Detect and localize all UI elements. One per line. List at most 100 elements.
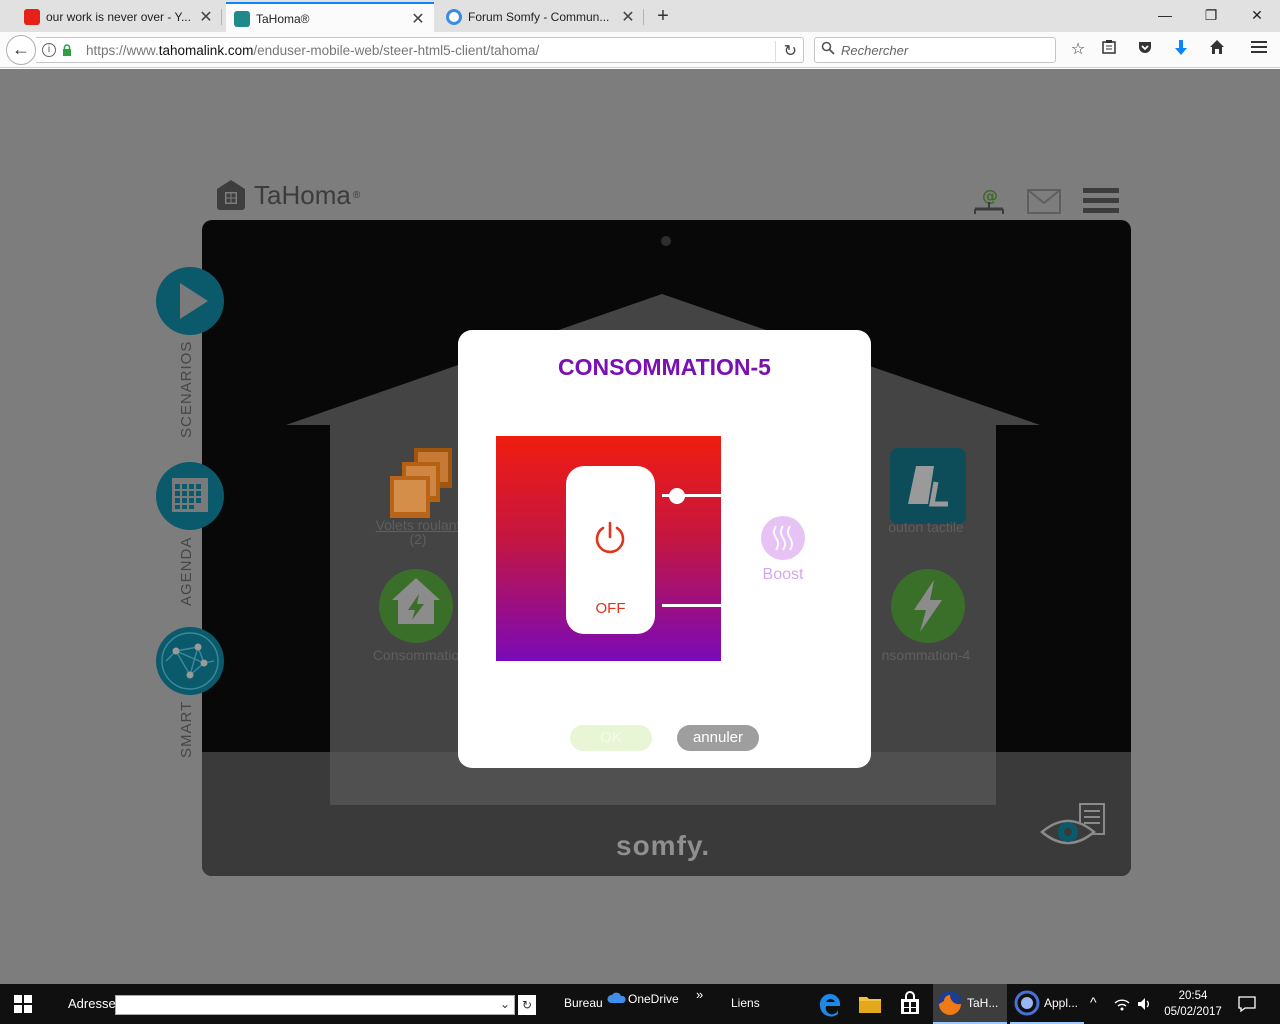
device-label: nsommation-4 <box>881 647 971 663</box>
tab-youtube[interactable]: our work is never over - Y... ✕ <box>16 2 222 32</box>
logo-text: TaHoma <box>254 179 351 210</box>
energy-icon <box>891 569 965 643</box>
download-icon[interactable] <box>1170 39 1192 61</box>
tahoma-house-icon <box>217 180 245 210</box>
eye-view-icon[interactable] <box>1040 802 1106 852</box>
power-icon <box>595 521 625 554</box>
device-label: outon tactile <box>888 519 964 535</box>
clock-time: 20:54 <box>1178 990 1208 1002</box>
tahoma-logo: TaHoma ® <box>216 179 360 211</box>
volume-icon[interactable] <box>1136 996 1152 1012</box>
somfy-logo: somfy. <box>616 830 711 861</box>
loading-icon <box>446 9 462 25</box>
tab-title: Forum Somfy - Commun... <box>468 10 610 24</box>
taskbar-label: TaH... <box>967 996 999 1010</box>
url-bar[interactable]: i https://www.tahomalink.com/enduser-mob… <box>36 37 804 63</box>
taskbar-firefox[interactable]: TaH... <box>933 984 1007 1024</box>
close-tab-icon[interactable]: ✕ <box>410 9 426 29</box>
tab-title: our work is never over - Y... <box>46 10 191 24</box>
scenarios-label: SCENARIOS <box>178 340 195 438</box>
device-consommation[interactable]: Consommatio <box>366 568 466 663</box>
smart-button[interactable] <box>156 627 224 695</box>
wifi-icon[interactable] <box>1114 996 1130 1012</box>
cancel-button[interactable]: annuler <box>677 725 759 751</box>
search-bar[interactable]: Rechercher <box>814 37 1056 63</box>
search-placeholder: Rechercher <box>841 43 909 58</box>
system-clock[interactable]: 20:54 05/02/2017 <box>1160 988 1226 1020</box>
browser-nav-bar: i https://www.tahomalink.com/enduser-mob… <box>0 32 1280 68</box>
ok-button[interactable]: OK <box>570 725 652 751</box>
tab-forum-somfy[interactable]: Forum Somfy - Commun... ✕ <box>438 2 644 32</box>
app-icon <box>1014 990 1040 1016</box>
calendar-icon <box>172 478 208 512</box>
consommation-dialog: CONSOMMATION-5 OFF Boost OK annuler <box>458 330 871 768</box>
close-tab-icon[interactable]: ✕ <box>620 7 636 27</box>
notifications-icon[interactable] <box>1238 995 1256 1013</box>
chevron-down-icon[interactable]: ⌄ <box>500 997 510 1011</box>
moon-icon[interactable] <box>1012 275 1092 355</box>
plug-control-panel: OFF <box>496 436 721 661</box>
mail-icon[interactable] <box>1027 189 1061 215</box>
agenda-label: AGENDA <box>178 536 195 606</box>
onedrive-toolbar[interactable]: OneDrive <box>628 992 679 1006</box>
close-window-button[interactable]: ✕ <box>1234 0 1280 32</box>
windows-start-icon[interactable] <box>14 995 32 1013</box>
liens-toolbar[interactable]: Liens <box>731 996 760 1010</box>
bookmark-star-icon[interactable]: ☆ <box>1067 39 1089 61</box>
reload-icon[interactable]: ↻ <box>774 41 797 61</box>
dialog-title: CONSOMMATION-5 <box>558 354 771 380</box>
agenda-button[interactable] <box>156 462 224 530</box>
tab-title: TaHoma® <box>256 11 310 26</box>
device-label: Consommatio <box>372 647 460 663</box>
minimize-button[interactable]: — <box>1142 0 1188 32</box>
on-off-switch[interactable]: OFF <box>566 466 655 634</box>
touch-button-icon <box>890 448 966 524</box>
boost-button[interactable]: Boost <box>756 516 810 584</box>
play-icon <box>180 283 208 319</box>
store-icon[interactable] <box>896 990 924 1018</box>
address-go-icon[interactable]: ↻ <box>518 995 536 1015</box>
clock-date: 05/02/2017 <box>1164 1006 1222 1018</box>
shutter-icon <box>390 448 452 518</box>
restore-button[interactable]: ❐ <box>1188 0 1234 32</box>
slider-knob[interactable] <box>669 488 685 504</box>
new-tab-button[interactable]: + <box>650 4 676 28</box>
info-icon[interactable]: i <box>42 43 56 57</box>
energy-house-icon <box>379 569 453 643</box>
search-icon <box>821 41 835 58</box>
taskbar-app2[interactable]: Appl... <box>1010 984 1084 1024</box>
address-label: Adresse <box>68 996 116 1011</box>
edge-icon[interactable] <box>816 990 844 1018</box>
device-volets-roulant[interactable]: Volets roulant (2) <box>368 446 468 547</box>
menu-icon[interactable] <box>1248 39 1270 61</box>
smart-label: SMART <box>178 700 195 758</box>
device-consommation-4[interactable]: nsommation-4 <box>866 568 986 663</box>
youtube-icon <box>24 9 40 25</box>
tahoma-icon <box>234 10 250 27</box>
device-count: (2) <box>409 531 427 547</box>
state-label: OFF <box>595 600 626 617</box>
scenarios-button[interactable] <box>156 267 224 335</box>
onedrive-icon <box>607 992 626 1003</box>
file-explorer-icon[interactable] <box>856 990 884 1018</box>
url-text[interactable]: https://www.tahomalink.com/enduser-mobil… <box>86 43 539 58</box>
hamburger-menu-icon[interactable] <box>1083 187 1119 215</box>
heat-waves-icon <box>761 516 805 560</box>
network-icon[interactable]: @ <box>972 187 1006 217</box>
windows-taskbar: Adresse ⌄ ↻ Bureau OneDrive » Liens TaH.… <box>0 984 1280 1024</box>
reading-list-icon[interactable] <box>1098 39 1120 61</box>
logo-mark: ® <box>352 189 361 201</box>
back-button[interactable]: ← <box>6 35 36 65</box>
lock-icon[interactable] <box>62 44 72 56</box>
firefox-icon <box>938 991 962 1015</box>
bureau-toolbar[interactable]: Bureau <box>564 996 603 1010</box>
tab-tahoma[interactable]: TaHoma® ✕ <box>226 2 434 33</box>
browser-tab-bar: our work is never over - Y... ✕ TaHoma® … <box>0 0 1280 33</box>
address-input[interactable]: ⌄ <box>115 995 515 1015</box>
pocket-icon[interactable] <box>1134 39 1156 61</box>
tray-chevron-up-icon[interactable]: ^ <box>1090 994 1097 1010</box>
toolbar-overflow[interactable]: » <box>696 987 703 1002</box>
device-bouton-tactile[interactable]: outon tactile <box>866 446 986 535</box>
home-icon[interactable] <box>1206 39 1228 61</box>
close-tab-icon[interactable]: ✕ <box>198 7 214 27</box>
